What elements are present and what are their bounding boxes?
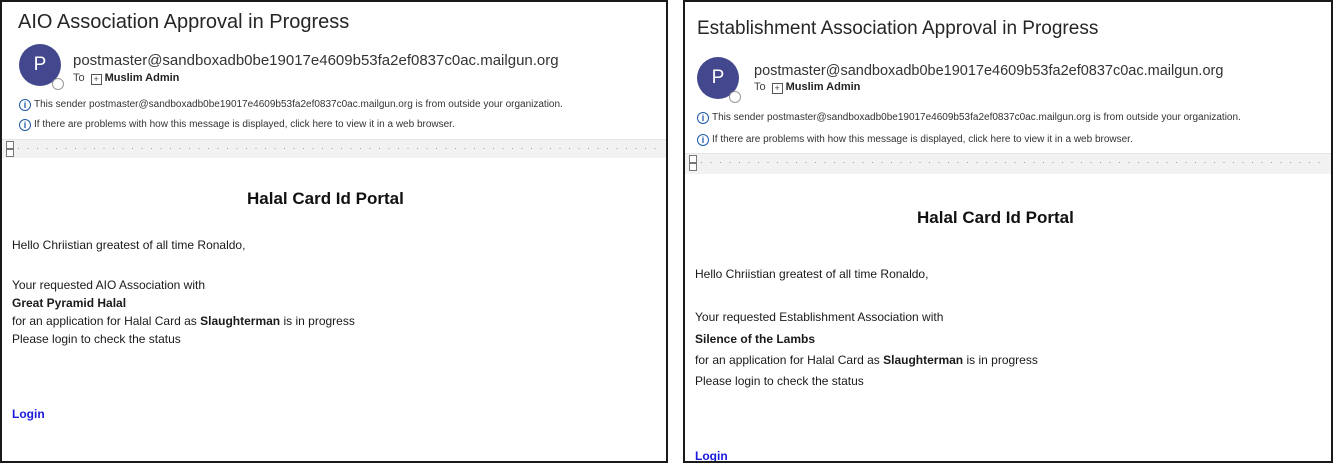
login-instruction: Please login to check the status — [695, 374, 864, 388]
external-sender-text: This sender postmaster@sandboxadb0be1901… — [712, 112, 1241, 123]
ruler-marker-icon[interactable] — [6, 149, 14, 157]
application-suffix: is in progress — [283, 314, 355, 328]
association-name: Silence of the Lambs — [695, 332, 815, 346]
ruler-ticks — [18, 148, 662, 149]
expand-plus-icon[interactable]: + — [90, 74, 102, 85]
view-in-browser-notice[interactable]: i If there are problems with how this mes… — [697, 134, 1133, 146]
association-name-bold: Great Pyramid Halal — [12, 296, 127, 310]
info-icon: i — [697, 112, 709, 124]
ruler-bar — [2, 139, 666, 158]
view-in-browser-text[interactable]: If there are problems with how this mess… — [34, 119, 455, 130]
view-in-browser-text[interactable]: If there are problems with how this mess… — [712, 134, 1133, 145]
portal-title: Halal Card Id Portal — [247, 189, 404, 208]
view-in-browser-notice[interactable]: i If there are problems with how this mes… — [19, 119, 455, 131]
recipient-line: To + Muslim Admin — [754, 81, 860, 94]
avatar-initial: P — [33, 54, 47, 75]
ruler-ticks — [701, 162, 1327, 163]
recipient-name[interactable]: Muslim Admin — [786, 81, 861, 93]
greeting: Hello Chriistian greatest of all time Ro… — [695, 267, 929, 281]
recipient-name[interactable]: Muslim Admin — [105, 72, 180, 84]
email-subject: Establishment Association Approval in Pr… — [697, 18, 1099, 39]
ruler-marker-icon[interactable] — [6, 141, 14, 149]
application-suffix: is in progress — [966, 353, 1038, 367]
email-subject: AIO Association Approval in Progress — [18, 11, 350, 33]
external-sender-notice: i This sender postmaster@sandboxadb0be190… — [19, 99, 563, 111]
presence-status-icon — [729, 91, 741, 103]
external-sender-text: This sender postmaster@sandboxadb0be1901… — [34, 99, 563, 110]
expand-plus-icon[interactable]: + — [771, 83, 783, 94]
application-prefix: for an application for Halal Card as — [12, 314, 197, 328]
role-name: Slaughterman — [200, 314, 281, 328]
requested-line: Your requested AIO Association with — [12, 278, 206, 292]
presence-status-icon — [52, 78, 64, 90]
sender-address[interactable]: postmaster@sandboxadb0be19017e4609b53fa2… — [73, 52, 559, 69]
recipient-line: To + Muslim Admin — [73, 72, 179, 85]
email-panel-establishment: Establishment Association Approval in Pr… — [683, 0, 1333, 463]
to-label: To — [73, 72, 85, 84]
sender-address[interactable]: postmaster@sandboxadb0be19017e4609b53fa2… — [754, 63, 1223, 79]
info-icon: i — [19, 119, 31, 131]
ruler-marker-icon[interactable] — [689, 163, 697, 171]
association-name-bold: Silence of the Lambs — [695, 332, 816, 346]
info-icon: i — [19, 99, 31, 111]
application-prefix: for an application for Halal Card as — [695, 353, 880, 367]
external-sender-notice: i This sender postmaster@sandboxadb0be190… — [697, 112, 1241, 124]
login-instruction: Please login to check the status — [12, 332, 181, 346]
role-name: Slaughterman — [883, 353, 964, 367]
requested-line: Your requested Establishment Association… — [695, 310, 944, 324]
avatar-initial: P — [711, 67, 725, 88]
ruler-marker-icon[interactable] — [689, 155, 697, 163]
login-link[interactable]: Login — [695, 449, 728, 461]
application-line: for an application for Halal Card as Sla… — [695, 353, 1038, 367]
portal-title: Halal Card Id Portal — [917, 208, 1074, 227]
greeting: Hello Chriistian greatest of all time Ro… — [12, 238, 246, 252]
application-line: for an application for Halal Card as Sla… — [12, 314, 355, 328]
email-panel-aio: AIO Association Approval in Progress P p… — [0, 0, 668, 463]
association-name: Great Pyramid Halal — [12, 296, 126, 310]
ruler-bar — [685, 153, 1331, 174]
to-label: To — [754, 81, 766, 93]
info-icon: i — [697, 134, 709, 146]
login-link[interactable]: Login — [12, 407, 45, 421]
